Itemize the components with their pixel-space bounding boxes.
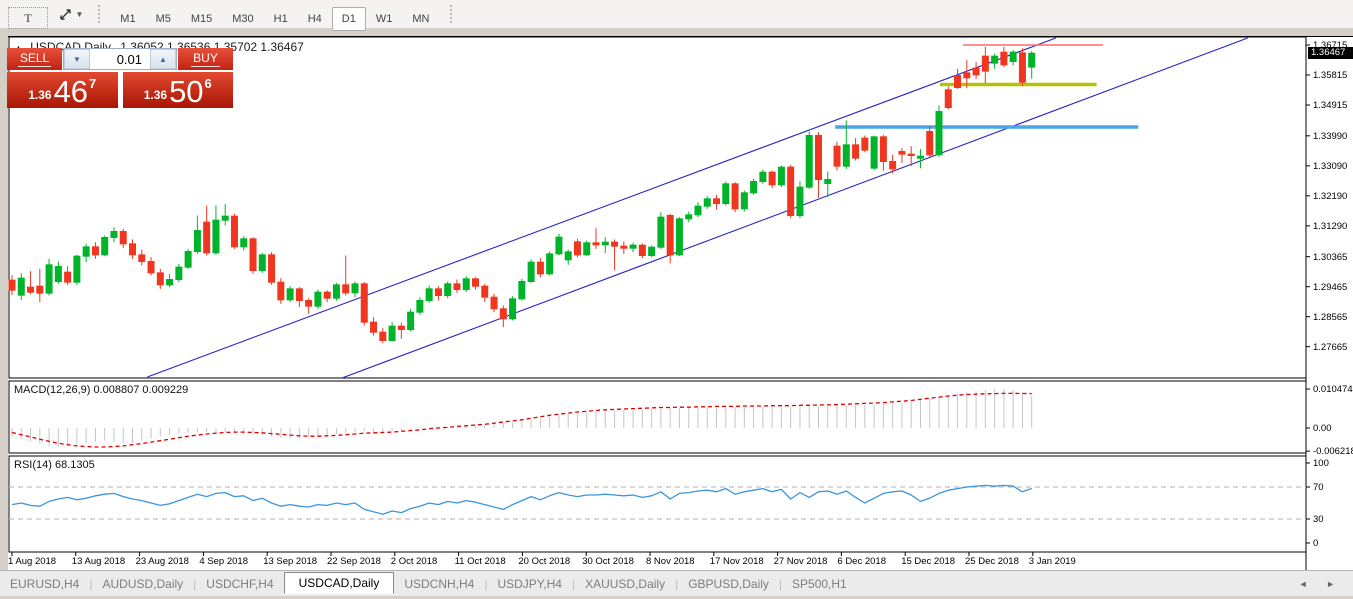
price-axis-label: 1.32190 <box>1313 191 1347 202</box>
date-axis-label: 13 Sep 2018 <box>263 556 317 567</box>
date-axis-label: 1 Aug 2018 <box>8 556 56 567</box>
chart-tab-usdcad-daily[interactable]: USDCAD,Daily <box>284 572 395 594</box>
date-axis-label: 22 Sep 2018 <box>327 556 381 567</box>
chevron-down-icon: ▼ <box>75 10 83 19</box>
date-axis-label: 6 Dec 2018 <box>837 556 886 567</box>
chart-tab-bar: EURUSD,H4|AUDUSD,Daily|USDCHF,H4USDCAD,D… <box>0 570 1353 596</box>
date-axis-label: 25 Dec 2018 <box>965 556 1019 567</box>
date-axis-label: 20 Oct 2018 <box>518 556 570 567</box>
sell-price-small: 1.36 <box>28 88 51 102</box>
chart-tab-gbpusd-daily[interactable]: GBPUSD,Daily <box>678 574 779 594</box>
sell-button[interactable]: SELL <box>7 48 62 70</box>
rsi-axis-label: 0 <box>1313 538 1318 549</box>
buy-button[interactable]: BUY <box>178 48 233 70</box>
chart-tab-usdchf-h4[interactable]: USDCHF,H4 <box>196 574 283 594</box>
timeframe-button-m5[interactable]: M5 <box>146 7 181 31</box>
date-axis-label: 2 Oct 2018 <box>391 556 437 567</box>
sell-button-label: SELL <box>18 51 51 67</box>
buy-price-small: 1.36 <box>144 88 167 102</box>
sell-price-big: 46 <box>54 79 88 105</box>
price-axis-label: 1.29465 <box>1313 282 1347 293</box>
timeframe-button-m15[interactable]: M15 <box>181 7 222 31</box>
timeframe-group: M1M5M15M30H1H4D1W1MN <box>110 9 439 26</box>
sell-price-panel[interactable]: 1.36 46 7 <box>7 72 118 108</box>
volume-input[interactable] <box>90 49 150 69</box>
buy-price-big: 50 <box>169 79 203 105</box>
rsi-axis-label: 70 <box>1313 482 1324 493</box>
date-axis-label: 15 Dec 2018 <box>901 556 955 567</box>
timeframe-button-mn[interactable]: MN <box>402 7 439 31</box>
tabs-holder: EURUSD,H4|AUDUSD,Daily|USDCHF,H4USDCAD,D… <box>0 573 857 594</box>
diagonal-arrows-icon <box>58 7 73 22</box>
timeframe-button-m1[interactable]: M1 <box>110 7 145 31</box>
volume-increase-button[interactable]: ▲ <box>150 49 176 69</box>
price-axis-label: 1.33990 <box>1313 131 1347 142</box>
price-axis-label: 1.34915 <box>1313 100 1347 111</box>
date-axis-label: 27 Nov 2018 <box>774 556 828 567</box>
date-axis-label: 4 Sep 2018 <box>199 556 248 567</box>
chart-tab-audusd-daily[interactable]: AUDUSD,Daily <box>92 574 193 594</box>
rsi-axis-label: 30 <box>1313 514 1324 525</box>
timeframe-button-h1[interactable]: H1 <box>264 7 298 31</box>
date-axis-label: 30 Oct 2018 <box>582 556 634 567</box>
toolbar: T ▼ M1M5M15M30H1H4D1W1MN <box>0 0 1353 29</box>
macd-axis-label: 0.00 <box>1313 423 1332 434</box>
timeframe-button-m30[interactable]: M30 <box>222 7 263 31</box>
toolbar-separator <box>98 5 100 23</box>
price-axis-label: 1.35815 <box>1313 70 1347 81</box>
buy-button-label: BUY <box>191 51 220 67</box>
macd-axis-label: -0.006218 <box>1313 446 1353 457</box>
sell-price-sup: 7 <box>89 76 96 91</box>
volume-decrease-button[interactable]: ▼ <box>64 49 90 69</box>
price-axis-label: 1.28565 <box>1313 312 1347 323</box>
date-axis-label: 3 Jan 2019 <box>1029 556 1076 567</box>
chart-tab-usdjpy-h4[interactable]: USDJPY,H4 <box>487 574 571 594</box>
date-axis-label: 11 Oct 2018 <box>455 556 506 567</box>
tab-scroll-arrows[interactable]: ◄ ► <box>1299 579 1343 589</box>
macd-axis-label: 0.010474 <box>1313 384 1353 395</box>
chart-tab-xauusd-daily[interactable]: XAUUSD,Daily <box>575 574 675 594</box>
buy-price-sup: 6 <box>205 76 212 91</box>
timeframe-button-d1[interactable]: D1 <box>332 7 366 31</box>
date-axis-label: 13 Aug 2018 <box>72 556 125 567</box>
buy-price-panel[interactable]: 1.36 50 6 <box>123 72 234 108</box>
rsi-axis-label: 100 <box>1313 458 1329 469</box>
timeframe-button-w1[interactable]: W1 <box>366 7 403 31</box>
crosshair-tool-button[interactable]: ▼ <box>54 3 87 25</box>
timeframe-button-h4[interactable]: H4 <box>298 7 332 31</box>
chart-tab-usdcnh-h4[interactable]: USDCNH,H4 <box>394 574 484 594</box>
date-axis-label: 23 Aug 2018 <box>136 556 189 567</box>
macd-label: MACD(12,26,9) 0.008807 0.009229 <box>14 384 188 396</box>
price-axis-label: 1.33090 <box>1313 161 1347 172</box>
chart-tab-eurusd-h4[interactable]: EURUSD,H4 <box>0 574 89 594</box>
chart-tab-sp500-h1[interactable]: SP500,H1 <box>782 574 857 594</box>
current-price-marker: 1.36467 <box>1308 47 1353 59</box>
price-axis-label: 1.27665 <box>1313 342 1347 353</box>
price-axis-label: 1.31290 <box>1313 221 1347 232</box>
toolbar-separator <box>450 5 452 23</box>
price-axis-label: 1.30365 <box>1313 252 1347 263</box>
volume-stepper: ▼ ▲ <box>63 48 177 70</box>
one-click-trading-widget: SELL ▼ ▲ BUY 1.36 46 7 1.36 50 6 <box>7 48 233 108</box>
text-tool-icon[interactable]: T <box>8 7 48 29</box>
rsi-label: RSI(14) 68.1305 <box>14 459 95 471</box>
date-axis-label: 8 Nov 2018 <box>646 556 695 567</box>
date-axis-label: 17 Nov 2018 <box>710 556 764 567</box>
